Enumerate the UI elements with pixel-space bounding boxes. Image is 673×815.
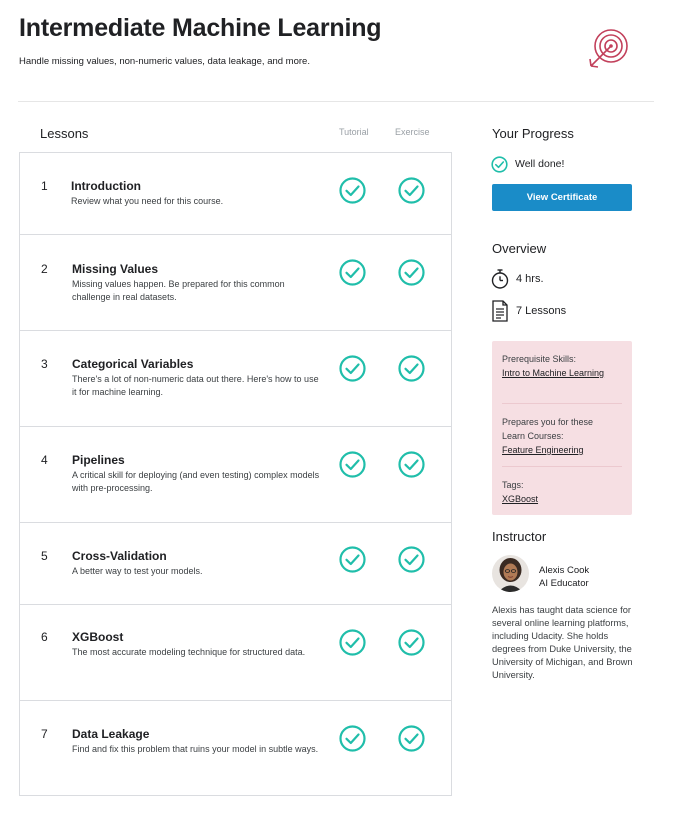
header-divider [18, 101, 654, 102]
lesson-row: 6 XGBoost The most accurate modeling tec… [20, 605, 451, 701]
skills-panel: Prerequisite Skills: Intro to Machine Le… [492, 341, 632, 515]
lesson-title-link[interactable]: Missing Values [72, 262, 158, 276]
lesson-row: 5 Cross-Validation A better way to test … [20, 523, 451, 605]
exercise-complete-check-icon[interactable] [398, 355, 425, 382]
panel-divider [502, 403, 622, 404]
progress-heading: Your Progress [492, 126, 574, 141]
tag-link[interactable]: XGBoost [502, 492, 612, 506]
lesson-title-link[interactable]: Categorical Variables [72, 357, 193, 371]
exercise-complete-check-icon[interactable] [398, 259, 425, 286]
lesson-description: The most accurate modeling technique for… [72, 647, 306, 657]
lesson-row: 1 Introduction Review what you need for … [20, 153, 451, 235]
lesson-title-link[interactable]: XGBoost [72, 630, 123, 644]
exercise-complete-check-icon[interactable] [398, 177, 425, 204]
overview-heading: Overview [492, 241, 547, 256]
instructor-heading: Instructor [492, 529, 547, 544]
lesson-number: 4 [41, 453, 48, 467]
lesson-table: 1 Introduction Review what you need for … [19, 152, 452, 796]
tutorial-complete-check-icon[interactable] [339, 451, 366, 478]
lesson-row: 7 Data Leakage Find and fix this problem… [20, 701, 451, 795]
document-icon [491, 300, 509, 322]
lesson-description: A better way to test your models. [72, 566, 203, 576]
lesson-title-link[interactable]: Data Leakage [72, 727, 149, 741]
exercise-complete-check-icon[interactable] [398, 725, 425, 752]
stopwatch-icon [491, 268, 509, 290]
lesson-number: 5 [41, 549, 48, 563]
panel-divider [502, 466, 622, 467]
view-certificate-button[interactable]: View Certificate [492, 184, 632, 211]
lessons-heading: Lessons [40, 126, 89, 141]
exercise-complete-check-icon[interactable] [398, 629, 425, 656]
prepares-link[interactable]: Feature Engineering [502, 443, 612, 457]
tutorial-complete-check-icon[interactable] [339, 546, 366, 573]
lesson-description: Missing values happen. Be prepared for t… [72, 279, 285, 302]
course-duration: 4 hrs. [516, 273, 544, 285]
lesson-description: Find and fix this problem that ruins you… [72, 744, 319, 754]
lesson-title-link[interactable]: Pipelines [72, 453, 125, 467]
exercise-complete-check-icon[interactable] [398, 546, 425, 573]
tutorial-complete-check-icon[interactable] [339, 629, 366, 656]
tags-label: Tags: [502, 480, 524, 490]
check-circle-icon [491, 156, 508, 173]
instructor-avatar[interactable] [492, 555, 529, 592]
progress-status: Well done! [515, 158, 565, 170]
lesson-row: 4 Pipelines A critical skill for deployi… [20, 427, 451, 523]
target-arrow-icon [586, 28, 632, 74]
page-subtitle: Handle missing values, non-numeric value… [19, 56, 310, 67]
instructor-role: AI Educator [539, 578, 589, 589]
lesson-title-link[interactable]: Introduction [71, 179, 141, 193]
lesson-title-link[interactable]: Cross-Validation [72, 549, 167, 563]
lesson-number: 1 [41, 179, 48, 193]
tutorial-complete-check-icon[interactable] [339, 725, 366, 752]
tutorial-column-header: Tutorial [339, 127, 369, 137]
lesson-count: 7 Lessons [516, 305, 567, 317]
tutorial-complete-check-icon[interactable] [339, 177, 366, 204]
lesson-number: 3 [41, 357, 48, 371]
lesson-description: A critical skill for deploying (and even… [72, 470, 320, 493]
tutorial-complete-check-icon[interactable] [339, 259, 366, 286]
lesson-row: 3 Categorical Variables There's a lot of… [20, 331, 451, 427]
page-title: Intermediate Machine Learning [19, 14, 382, 42]
lesson-description: Review what you need for this course. [71, 196, 224, 206]
exercise-column-header: Exercise [395, 127, 430, 137]
prepares-label: Prepares you for these Learn Courses: [502, 417, 594, 441]
lesson-row: 2 Missing Values Missing values happen. … [20, 235, 451, 331]
lesson-number: 6 [41, 630, 48, 644]
instructor-name: Alexis Cook [539, 565, 590, 576]
lesson-number: 2 [41, 262, 48, 276]
lesson-description: There's a lot of non-numeric data out th… [72, 374, 319, 397]
exercise-complete-check-icon[interactable] [398, 451, 425, 478]
lesson-number: 7 [41, 727, 48, 741]
prerequisite-label: Prerequisite Skills: [502, 354, 577, 364]
prerequisite-link[interactable]: Intro to Machine Learning [502, 366, 612, 380]
tutorial-complete-check-icon[interactable] [339, 355, 366, 382]
instructor-bio: Alexis has taught data science for sever… [492, 605, 633, 680]
